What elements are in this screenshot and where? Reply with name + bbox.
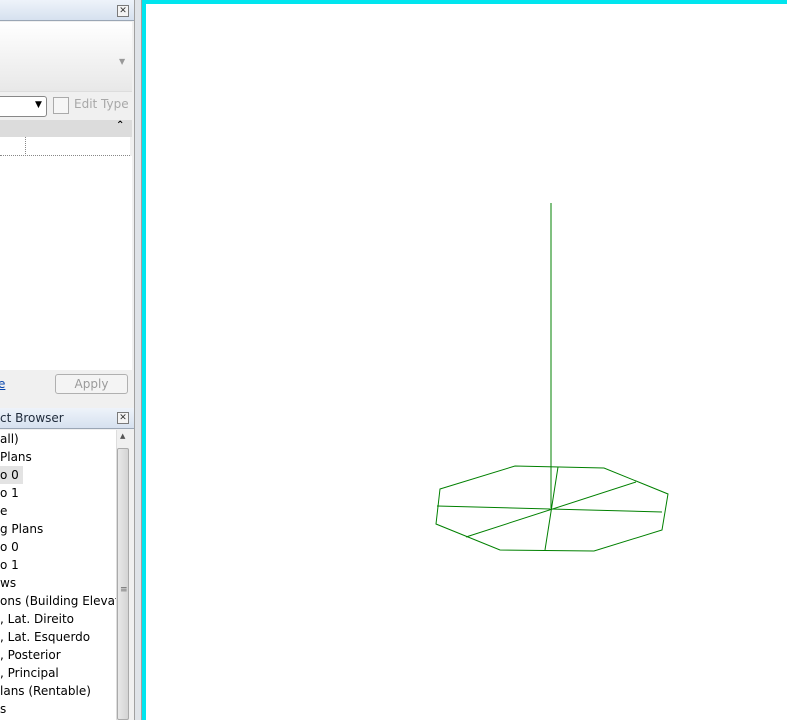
model-drawing (435, 203, 669, 552)
inner-line (436, 505, 663, 513)
